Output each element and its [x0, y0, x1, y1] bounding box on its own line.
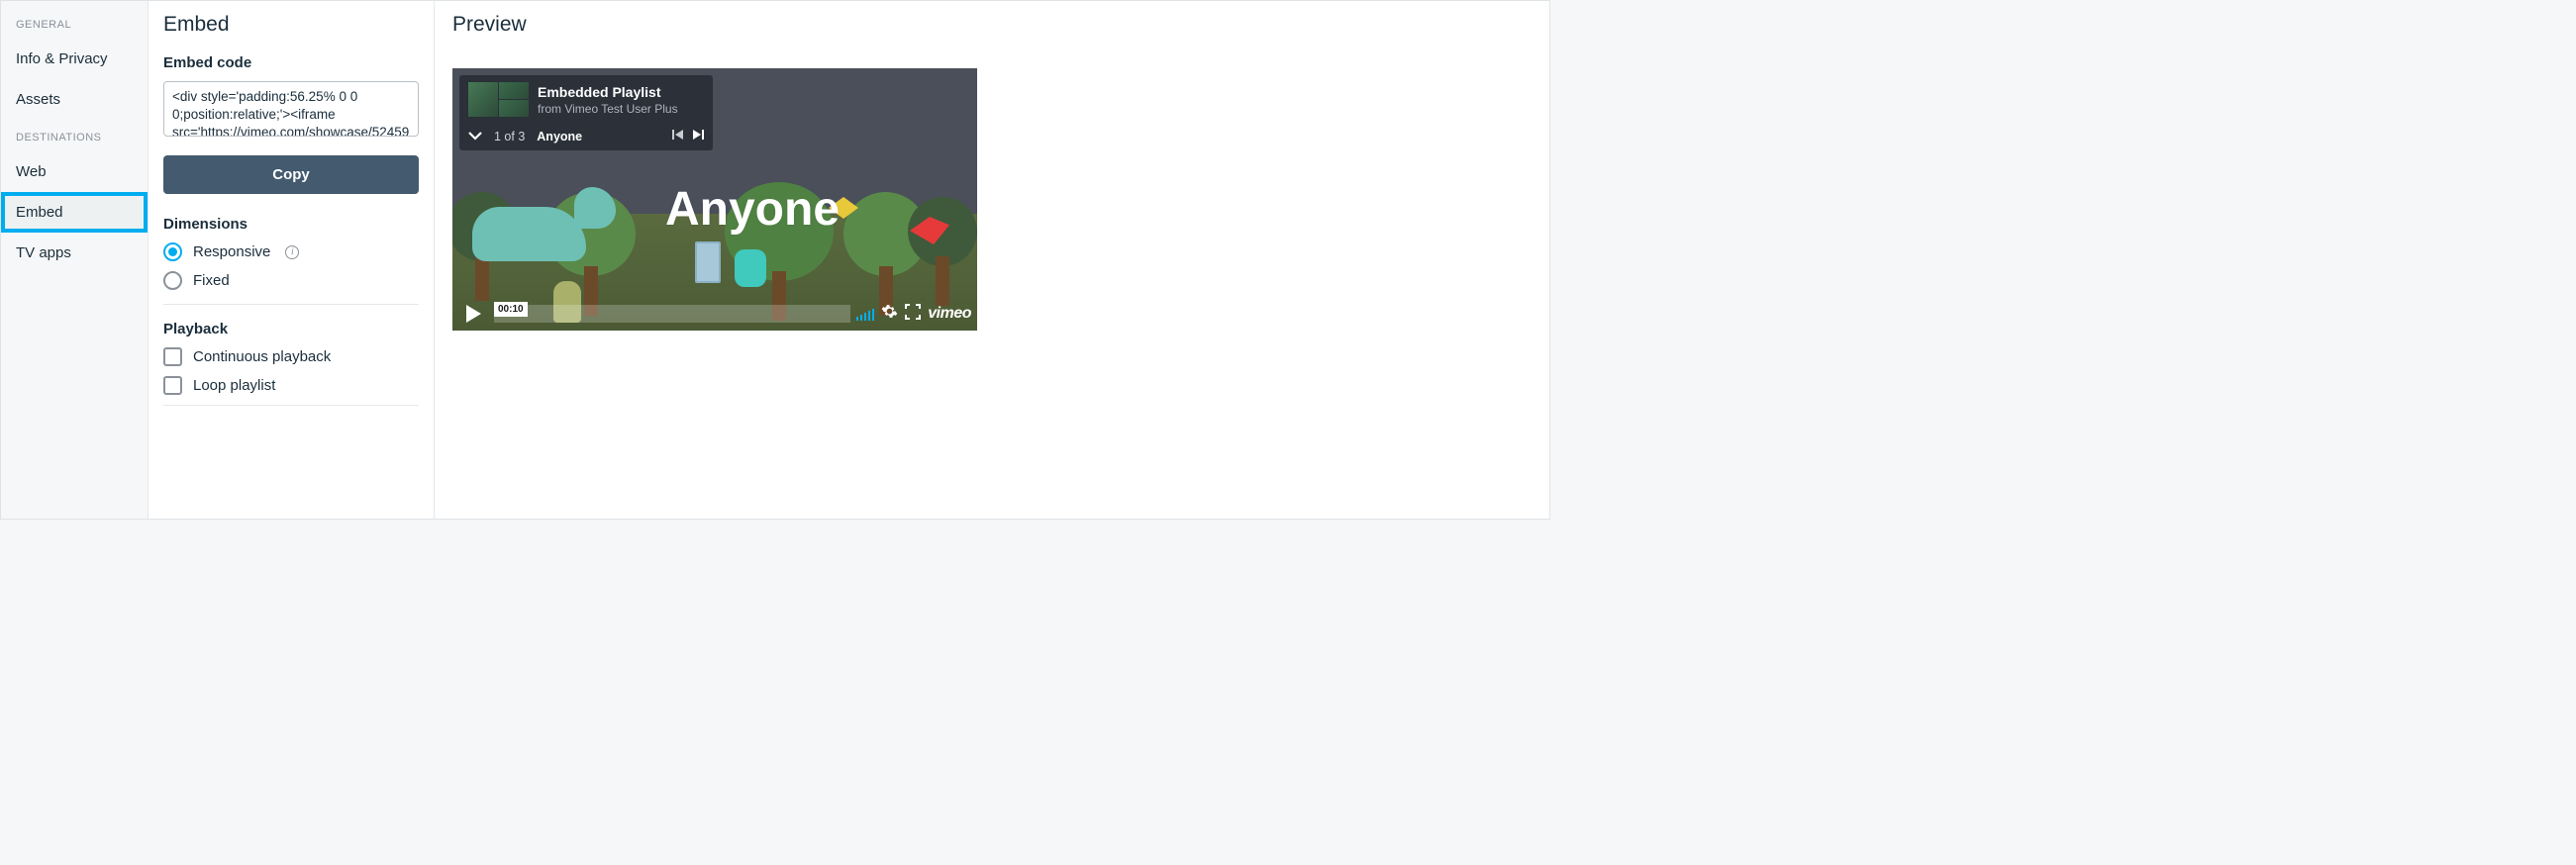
play-icon[interactable] — [458, 303, 488, 325]
radio-responsive-label: Responsive — [193, 243, 270, 260]
checkbox-continuous-row[interactable]: Continuous playback — [163, 347, 419, 366]
checkbox-loop-row[interactable]: Loop playlist — [163, 376, 419, 395]
radio-responsive[interactable] — [163, 242, 182, 261]
playlist-from: from Vimeo Test User Plus — [538, 102, 678, 116]
radio-responsive-row[interactable]: Responsive i — [163, 242, 419, 261]
copy-button[interactable]: Copy — [163, 155, 419, 194]
sidebar: GENERAL Info & Privacy Assets DESTINATIO… — [1, 1, 148, 519]
sidebar-heading-destinations: DESTINATIONS — [1, 126, 148, 151]
preview-panel: Preview Anyone — [435, 1, 1549, 519]
playback-label: Playback — [163, 321, 419, 337]
playlist-next-icon[interactable] — [692, 129, 704, 144]
dimensions-label: Dimensions — [163, 216, 419, 233]
divider — [163, 405, 419, 406]
progress-bar[interactable]: 00:10 — [494, 304, 850, 324]
playlist-prev-icon[interactable] — [672, 129, 684, 144]
volume-icon[interactable] — [856, 307, 875, 321]
app-layout: GENERAL Info & Privacy Assets DESTINATIO… — [1, 1, 1549, 519]
fullscreen-icon[interactable] — [905, 304, 921, 324]
sidebar-item-tv-apps[interactable]: TV apps — [1, 233, 148, 273]
embed-panel: Embed Embed code <div style='padding:56.… — [148, 1, 435, 519]
vimeo-logo[interactable]: vimeo — [928, 305, 971, 323]
checkbox-continuous[interactable] — [163, 347, 182, 366]
playlist-header: Embedded Playlist from Vimeo Test User P… — [459, 75, 713, 150]
embed-code-textarea[interactable]: <div style='padding:56.25% 0 0 0;positio… — [163, 81, 419, 137]
sidebar-item-embed[interactable]: Embed — [1, 192, 148, 233]
divider — [163, 304, 419, 305]
time-badge: 00:10 — [494, 302, 528, 317]
sidebar-item-web[interactable]: Web — [1, 151, 148, 192]
checkbox-loop-label: Loop playlist — [193, 377, 275, 394]
chevron-down-icon[interactable] — [468, 130, 482, 144]
embed-code-label: Embed code — [163, 54, 419, 71]
panel-title: Embed — [163, 13, 419, 37]
checkbox-loop[interactable] — [163, 376, 182, 395]
preview-title: Preview — [452, 13, 1532, 37]
playlist-thumbnails — [468, 82, 529, 117]
video-overlay-title: Anyone — [665, 182, 840, 237]
radio-fixed-label: Fixed — [193, 272, 230, 289]
info-icon[interactable]: i — [285, 245, 299, 259]
radio-fixed[interactable] — [163, 271, 182, 290]
sidebar-heading-general: GENERAL — [1, 13, 148, 39]
playlist-count: 1 of 3 — [494, 130, 525, 144]
sidebar-item-info-privacy[interactable]: Info & Privacy — [1, 39, 148, 79]
video-player[interactable]: Anyone Embedded Playlist from Vimeo Test… — [452, 68, 977, 331]
checkbox-continuous-label: Continuous playback — [193, 348, 331, 365]
player-controls: 00:10 vimeo — [452, 297, 977, 331]
sidebar-item-assets[interactable]: Assets — [1, 79, 148, 120]
radio-fixed-row[interactable]: Fixed — [163, 271, 419, 290]
playlist-title: Embedded Playlist — [538, 84, 678, 100]
playlist-current-title: Anyone — [537, 130, 660, 144]
gear-icon[interactable] — [881, 303, 898, 325]
